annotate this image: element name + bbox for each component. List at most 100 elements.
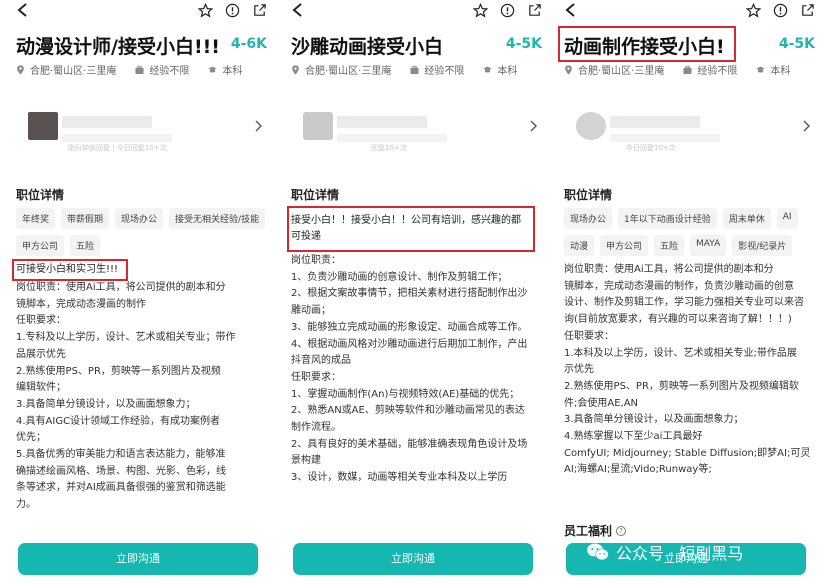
description-line: 2、根据文案故事情节，把相关素材进行搭配制作出沙 xyxy=(291,288,528,300)
tag: 接受无相关经验/技能 xyxy=(169,208,266,229)
description-line: 2、熟悉AN或AE、剪映等软件和沙雕动画常见的表达 xyxy=(291,405,525,417)
experience: 经验不限 xyxy=(424,66,465,77)
description-line: 镜脚本，完成动态漫画的制作 xyxy=(16,298,146,310)
briefcase-icon xyxy=(683,65,692,74)
report-icon[interactable] xyxy=(225,3,240,18)
wechat-icon xyxy=(587,543,609,561)
salary: 4-5K xyxy=(505,36,542,52)
section-title: 职位详情 xyxy=(291,188,340,202)
highlight-text: 可接受小白和实习生!!! xyxy=(16,264,119,275)
description-line: 任职要求： xyxy=(16,315,66,327)
description-line: 雕动画； xyxy=(291,305,331,317)
back-arrow-icon[interactable] xyxy=(564,2,578,18)
report-icon[interactable] xyxy=(773,3,788,18)
tag: 带薪假期 xyxy=(61,208,110,229)
job-panel-2: 沙雕动画接受小白 4-5K 合肥·蜀山区·三里庵 经验不限 本科 回复10+次 … xyxy=(283,0,548,584)
benefits-label: 员工福利 xyxy=(564,524,613,538)
recruiter-company-blurred xyxy=(337,134,447,142)
salary: 4-5K xyxy=(778,36,815,52)
chevron-right-icon xyxy=(530,120,537,132)
job-meta: 合肥·蜀山区·三里庵 经验不限 本科 xyxy=(564,62,790,77)
description-line: AI;海螺AI;星流;Vido;Runway等; xyxy=(564,464,712,476)
tag: 甲方公司 xyxy=(600,235,649,256)
chat-now-button[interactable]: 立即沟通 xyxy=(18,543,258,575)
top-bar xyxy=(556,0,821,24)
report-icon[interactable] xyxy=(500,3,515,18)
graduation-cap-icon xyxy=(483,66,492,72)
job-panel-1: 动漫设计师/接受小白!!! 4-6K 合肥·蜀山区·三里庵 经验不限 本科 刚分… xyxy=(8,0,273,584)
description-line: 4、根据动画风格对沙雕动画进行后期加工制作，产出 xyxy=(291,338,528,350)
recruiter-card[interactable]: 今日回复10+次 xyxy=(564,96,812,156)
avatar xyxy=(576,112,606,140)
star-icon[interactable] xyxy=(473,3,488,18)
description-line: 力。 xyxy=(16,499,36,511)
description-line: 镜脚本，完成动态漫画的制作，负责沙雕动画的创意 xyxy=(564,280,794,292)
recruiter-card[interactable]: 回复10+次 xyxy=(291,96,539,156)
description-line: 编辑软件； xyxy=(16,382,66,394)
description-line: 4.熟练掌握以下至少ai工具最好 xyxy=(564,431,703,443)
job-meta: 合肥·蜀山区·三里庵 经验不限 本科 xyxy=(16,62,242,77)
watermark-text: 公众号 · 短剧黑马 xyxy=(616,544,744,563)
graduation-cap-icon xyxy=(208,66,217,72)
description-line: 询(目前放宽要求，有兴趣的可以来咨询了解！！！) xyxy=(564,314,792,326)
recruiter-reply-status: 今日回复10+次 xyxy=(626,144,676,152)
location: 合肥·蜀山区·三里庵 xyxy=(305,66,392,77)
education: 本科 xyxy=(222,66,243,77)
tag: 现场办公 xyxy=(564,208,613,229)
description-line: 2、具有良好的美术基础，能够准确表现角色设计及场 xyxy=(291,438,528,450)
recruiter-reply-status: 刚分钟前回复 | 今日回复10+次 xyxy=(68,144,167,152)
briefcase-icon xyxy=(135,65,144,74)
description-line: 条等述求，并对AI成画具备很强的鉴赏和筛选能 xyxy=(16,482,226,494)
location-icon xyxy=(292,64,299,75)
back-arrow-icon[interactable] xyxy=(16,2,30,18)
education: 本科 xyxy=(770,66,791,77)
share-icon[interactable] xyxy=(527,3,542,18)
description-line: 制作流程。 xyxy=(291,422,341,434)
tag: 年终奖 xyxy=(16,208,56,229)
tag-list: 现场办公 1年以下动画设计经验 周末单休 AI 动漫 甲方公司 五险 MAYA … xyxy=(564,208,816,256)
highlight-text: 接受小白！！接受小白！！公司有培训，感兴趣的都 可投递 xyxy=(291,213,521,245)
recruiter-name-blurred xyxy=(337,116,427,128)
recruiter-reply-status: 回复10+次 xyxy=(371,144,407,152)
highlight-line: 接受小白！！接受小白！！公司有培训，感兴趣的都 xyxy=(291,215,521,226)
recruiter-name-blurred xyxy=(610,116,700,128)
star-icon[interactable] xyxy=(746,3,761,18)
description-line: 岗位职责： xyxy=(291,255,341,266)
salary: 4-6K xyxy=(230,36,267,52)
description-line: ComfyUI; Midjourney; Stable Diffusion;即梦… xyxy=(564,447,811,459)
back-arrow-icon[interactable] xyxy=(291,2,305,18)
help-icon[interactable]: ? xyxy=(616,525,627,536)
tag: MAYA xyxy=(690,235,727,256)
location: 合肥·蜀山区·三里庵 xyxy=(30,66,117,77)
star-icon[interactable] xyxy=(198,3,213,18)
recruiter-company-blurred xyxy=(62,134,172,142)
share-icon[interactable] xyxy=(252,3,267,18)
top-bar xyxy=(8,0,273,24)
top-bar xyxy=(283,0,548,24)
description-line: 1、掌握动画制作(An)与视频特效(AE)基础的优先； xyxy=(291,388,520,400)
share-icon[interactable] xyxy=(800,3,815,18)
recruiter-name-blurred xyxy=(62,116,152,128)
job-meta: 合肥·蜀山区·三里庵 经验不限 本科 xyxy=(291,62,517,77)
description-line: 3.具备简单分镜设计，以及画面想象力； xyxy=(564,414,744,426)
graduation-cap-icon xyxy=(756,66,765,72)
description-line: 件;会使用AE,AN xyxy=(564,397,639,409)
description-line: 任职要求： xyxy=(291,371,341,383)
section-title: 职位详情 xyxy=(564,188,613,202)
recruiter-company-blurred xyxy=(610,134,720,142)
location-icon xyxy=(17,64,24,75)
experience: 经验不限 xyxy=(697,66,738,77)
watermark: 公众号 · 短剧黑马 xyxy=(586,540,743,564)
description-line: 优先； xyxy=(16,432,46,444)
description-line: 景构建 xyxy=(291,455,321,467)
recruiter-card[interactable]: 刚分钟前回复 | 今日回复10+次 xyxy=(16,96,264,156)
description-line: 2.熟练使用PS、PR，剪映等一系列图片及视频 xyxy=(16,365,221,377)
tag: 1年以下动画设计经验 xyxy=(618,208,717,229)
benefits-heading: 员工福利 ? xyxy=(564,522,627,539)
job-description: 岗位职责：使用Ai工具，将公司提供的剧本和分 镜脚本，完成动态漫画的制作 任职要… xyxy=(16,280,268,514)
description-line: 2.熟练使用PS、PR，剪映等一系列图片及视频编辑软 xyxy=(564,380,799,392)
tag: 甲方公司 xyxy=(16,235,65,256)
chat-now-button[interactable]: 立即沟通 xyxy=(293,543,533,575)
section-title: 职位详情 xyxy=(16,188,65,202)
description-line: 岗位职责：使用Ai工具，将公司提供的剧本和分 xyxy=(564,264,774,275)
